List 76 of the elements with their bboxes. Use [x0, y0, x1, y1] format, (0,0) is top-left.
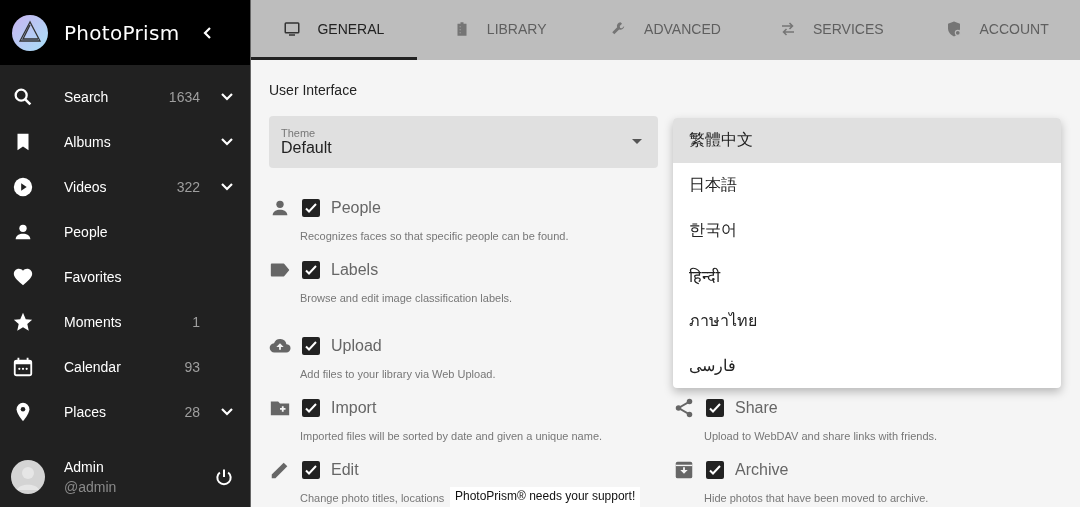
item-count: 1: [191, 313, 200, 330]
nav-item[interactable]: Places 28: [0, 389, 250, 434]
tab-label: SERVICES: [813, 20, 884, 37]
item-count: 93: [183, 358, 200, 375]
tab[interactable]: GENERAL: [251, 0, 417, 60]
chevron-down-icon[interactable]: [220, 406, 234, 417]
feature-description: Imported files will be sorted by date and given a unique name.: [300, 430, 603, 442]
feature-description: Change photo titles, locations: [300, 492, 445, 504]
calendar-icon: [12, 355, 34, 378]
nav-label: Videos: [64, 178, 108, 195]
checkbox[interactable]: [706, 461, 724, 479]
nav-item[interactable]: Search 1634: [0, 74, 250, 119]
item-count: 1634: [167, 88, 200, 105]
nav-label: Moments: [64, 313, 123, 330]
checkbox-label: Upload: [331, 337, 382, 355]
checkbox[interactable]: [706, 399, 724, 417]
tab-label: ADVANCED: [644, 20, 721, 37]
app-logo-icon: [12, 14, 48, 51]
nav-item[interactable]: Videos 322: [0, 164, 250, 209]
checkbox-label: Labels: [331, 261, 379, 279]
checkbox-label: Archive: [735, 461, 789, 479]
nav-label: People: [64, 223, 109, 240]
menu-option[interactable]: 한국어: [673, 208, 1061, 253]
checkbox[interactable]: [302, 461, 320, 479]
checkbox-label: Edit: [331, 461, 359, 479]
item-count: 322: [175, 178, 200, 195]
nav-item[interactable]: Moments 1: [0, 299, 250, 344]
nav-label: Search: [64, 88, 110, 105]
checkbox[interactable]: [302, 199, 320, 217]
item-count: 28: [183, 403, 200, 420]
feature-description: Browse and edit image classification labels.: [300, 292, 513, 304]
checkbox[interactable]: [302, 399, 320, 417]
menu-option[interactable]: 繁體中文: [673, 118, 1061, 163]
nav-label: Albums: [64, 133, 112, 150]
feature-description: Add files to your library via Web Upload.: [300, 368, 496, 380]
nav-item[interactable]: People: [0, 209, 250, 254]
archive-icon: [673, 459, 695, 481]
chevron-down-icon[interactable]: [220, 181, 234, 192]
nav-item[interactable]: Favorites: [0, 254, 250, 299]
dropdown-arrow-icon: [632, 139, 642, 145]
chevron-down-icon[interactable]: [220, 136, 234, 147]
avatar[interactable]: [11, 460, 45, 494]
checkbox-label: People: [331, 199, 381, 217]
power-icon[interactable]: [214, 467, 234, 487]
checkbox-label: Share: [735, 399, 778, 417]
checkbox[interactable]: [302, 261, 320, 279]
nav-label: Places: [64, 403, 108, 420]
menu-option[interactable]: 日本語: [673, 163, 1061, 208]
feature-description: Hide photos that have been moved to archive.: [704, 492, 929, 504]
play-icon: [12, 175, 34, 198]
monitor-icon: [283, 19, 302, 38]
collapse-icon[interactable]: [202, 25, 212, 40]
select-label: Theme: [281, 127, 317, 139]
tab-label: ACCOUNT: [979, 20, 1049, 37]
checkbox-label: Import: [331, 399, 377, 417]
menu-option[interactable]: فارسی: [673, 343, 1061, 388]
support-toast[interactable]: PhotoPrism® needs your support!: [450, 487, 641, 507]
menu-option[interactable]: हिन्दी: [673, 253, 1061, 298]
checkbox[interactable]: [302, 337, 320, 355]
menu-option[interactable]: ภาษาไทย: [673, 298, 1061, 343]
section-title: User Interface: [269, 82, 358, 98]
chevron-down-icon[interactable]: [220, 91, 234, 102]
nav-item[interactable]: Albums: [0, 119, 250, 164]
user-name: Admin: [64, 459, 105, 475]
feature-description: Recognizes faces so that specific people can be found.: [300, 230, 569, 242]
nav-item[interactable]: Calendar 93: [0, 344, 250, 389]
user-handle: @admin: [64, 479, 118, 495]
theme-select[interactable]: Theme Default: [269, 116, 658, 168]
app-title: PhotoPrism: [64, 20, 181, 45]
tab-label: LIBRARY: [486, 20, 547, 37]
nav-label: Favorites: [64, 268, 123, 285]
share-icon: [673, 397, 695, 419]
feature-description: Upload to WebDAV and share links with friends.: [704, 430, 938, 442]
nav-label: Calendar: [64, 358, 122, 375]
select-value: Default: [281, 139, 333, 157]
tab-label: GENERAL: [317, 20, 385, 37]
